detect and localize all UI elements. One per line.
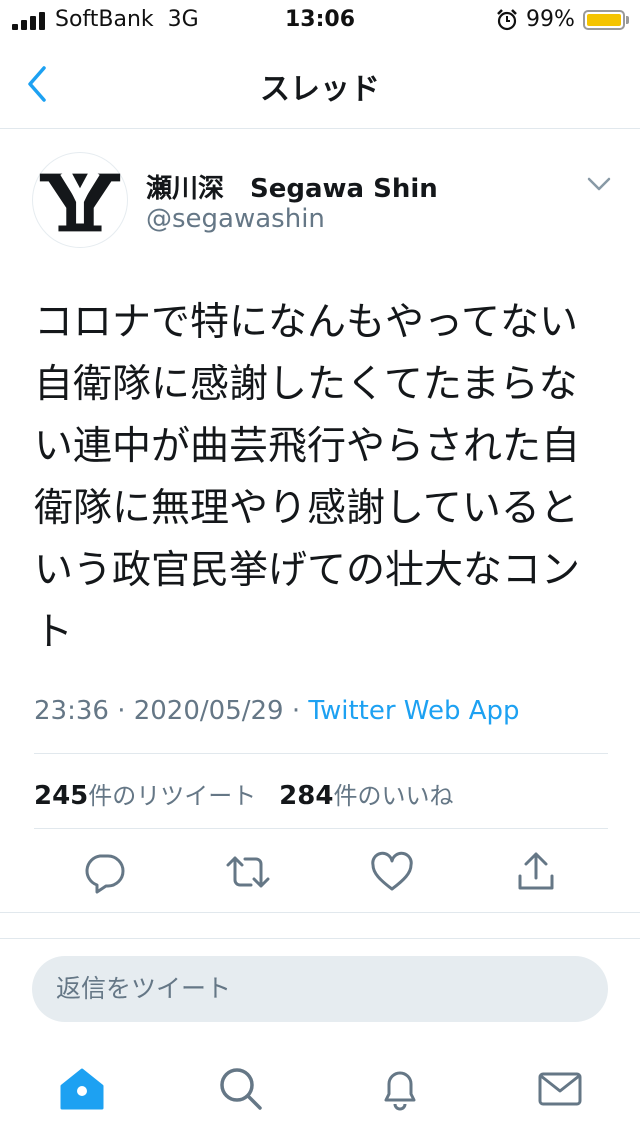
retweet-button[interactable]: [224, 848, 272, 896]
avatar[interactable]: [32, 152, 128, 248]
divider: [0, 912, 640, 913]
messages-icon[interactable]: [536, 1064, 584, 1112]
reply-bar: 返信をツイート: [0, 939, 640, 1035]
tab-bar: [0, 1040, 640, 1136]
display-name[interactable]: 瀬川深 Segawa Shin: [146, 168, 438, 205]
source-link[interactable]: Twitter Web App: [308, 696, 519, 726]
like-icon: [371, 851, 413, 891]
notifications-icon[interactable]: [376, 1064, 424, 1112]
retweet-count: 245: [34, 781, 89, 811]
page-title: スレッド: [260, 72, 380, 107]
tweet-text: コロナで特になんもやってない 自衛隊に感謝したくてたまらな い連中が曲芸飛行やら…: [34, 300, 581, 655]
divider: [34, 828, 608, 829]
battery-icon: [583, 10, 625, 30]
like-count: 284: [279, 781, 334, 811]
user-handle[interactable]: @segawashin: [146, 204, 325, 234]
home-icon[interactable]: [58, 1064, 106, 1112]
reply-button[interactable]: [80, 848, 128, 896]
alarm-icon: [497, 9, 517, 31]
like-label: 件のいいね: [333, 782, 454, 810]
timestamp: 23:36 · 2020/05/29 ·: [34, 696, 309, 726]
retweet-label: 件のリツイート: [88, 782, 257, 810]
retweet-stat[interactable]: 245件のリツイート: [34, 781, 257, 811]
status-bar: SoftBank 3G 13:06 99%: [0, 0, 640, 40]
tweet-meta: 23:36 · 2020/05/29 · Twitter Web App: [34, 696, 520, 726]
divider: [34, 753, 608, 754]
nav-bar: スレッド: [0, 40, 640, 129]
like-button[interactable]: [368, 848, 416, 896]
share-icon: [518, 852, 554, 890]
reply-icon: [85, 854, 125, 894]
retweet-icon: [226, 856, 270, 888]
like-stat[interactable]: 284件のいいね: [279, 781, 454, 811]
share-button[interactable]: [512, 848, 560, 896]
chevron-down-icon[interactable]: [586, 176, 612, 192]
battery-percentage: 99%: [526, 7, 575, 32]
reply-input[interactable]: 返信をツイート: [32, 956, 608, 1022]
engagement-stats: 245件のリツイート 284件のいいね: [34, 776, 453, 811]
logo-icon: [39, 172, 121, 232]
search-icon[interactable]: [216, 1064, 264, 1112]
